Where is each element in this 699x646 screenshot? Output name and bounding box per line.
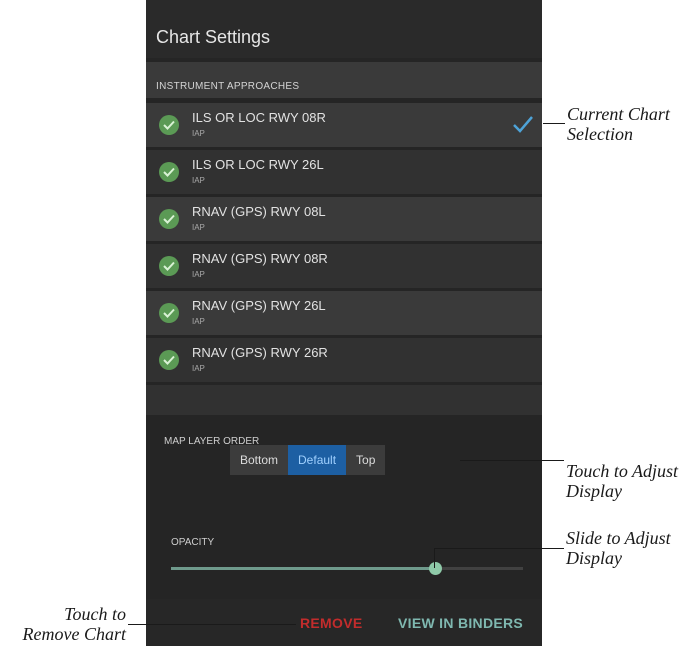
approach-row-rnav-26l[interactable]: RNAV (GPS) RWY 26L IAP [146,291,542,335]
list-spacer [146,385,542,415]
approach-row-rnav-08r[interactable]: RNAV (GPS) RWY 08R IAP [146,244,542,288]
approach-name: RNAV (GPS) RWY 26R [192,345,328,360]
map-layer-order-selector: Bottom Default Top [230,445,386,475]
layer-option-top[interactable]: Top [346,445,386,475]
approach-type: IAP [192,129,205,138]
layer-option-default[interactable]: Default [288,445,347,475]
callout-leader-remove [128,624,296,625]
panel-header: Chart Settings [146,0,542,58]
check-circle-icon [159,303,179,323]
callout-line: Touch to Adjust [566,461,679,481]
check-circle-icon [159,350,179,370]
chart-settings-panel: Chart Settings INSTRUMENT APPROACHES ILS… [146,0,542,646]
section-title: INSTRUMENT APPROACHES [156,81,300,92]
callout-line: Remove Chart [22,624,126,644]
callout-line: Selection [567,124,633,144]
callout-leader-slide-adjust [434,548,564,549]
approach-name: RNAV (GPS) RWY 08R [192,251,328,266]
callout-leader-selection [543,123,565,124]
callout-current-selection: Current Chart Selection [567,104,670,144]
approach-name: RNAV (GPS) RWY 26L [192,298,326,313]
opacity-slider-thumb[interactable] [429,562,442,575]
view-in-binders-button[interactable]: VIEW IN BINDERS [398,615,523,631]
approach-list: ILS OR LOC RWY 08R IAP ILS OR LOC RWY 26… [146,103,542,385]
approach-name: ILS OR LOC RWY 26L [192,157,324,172]
approach-type: IAP [192,176,205,185]
section-header: INSTRUMENT APPROACHES [146,62,542,98]
callout-touch-adjust: Touch to Adjust Display [566,461,678,501]
approach-row-ils-loc-26l[interactable]: ILS OR LOC RWY 26L IAP [146,150,542,194]
callout-line: Display [566,481,622,501]
callout-line: Display [566,548,622,568]
opacity-label: OPACITY [171,537,215,548]
callout-line: Current Chart [567,104,670,124]
approach-type: IAP [192,223,205,232]
approach-row-ils-loc-08r[interactable]: ILS OR LOC RWY 08R IAP [146,103,542,147]
layer-option-bottom[interactable]: Bottom [230,445,289,475]
opacity-slider-fill [171,567,435,570]
callout-slide-adjust: Slide to Adjust Display [566,528,671,568]
approach-name: RNAV (GPS) RWY 08L [192,204,326,219]
checkmark-icon [512,115,534,138]
check-circle-icon [159,256,179,276]
callout-line: Touch to [64,604,126,624]
check-circle-icon [159,162,179,182]
approach-row-rnav-26r[interactable]: RNAV (GPS) RWY 26R IAP [146,338,542,382]
callout-leader-touch-adjust [460,460,564,461]
remove-button[interactable]: REMOVE [300,615,362,631]
check-circle-icon [159,115,179,135]
opacity-slider[interactable] [171,562,523,575]
callout-remove-chart: Touch to Remove Chart [0,604,126,644]
approach-type: IAP [192,317,205,326]
panel-title: Chart Settings [156,27,271,47]
approach-row-rnav-08l[interactable]: RNAV (GPS) RWY 08L IAP [146,197,542,241]
check-circle-icon [159,209,179,229]
panel-footer: REMOVE VIEW IN BINDERS [146,599,542,646]
callout-line: Slide to Adjust [566,528,671,548]
approach-type: IAP [192,270,205,279]
callout-leader-slide-adjust-vertical [434,548,435,568]
approach-type: IAP [192,364,205,373]
approach-name: ILS OR LOC RWY 08R [192,110,326,125]
